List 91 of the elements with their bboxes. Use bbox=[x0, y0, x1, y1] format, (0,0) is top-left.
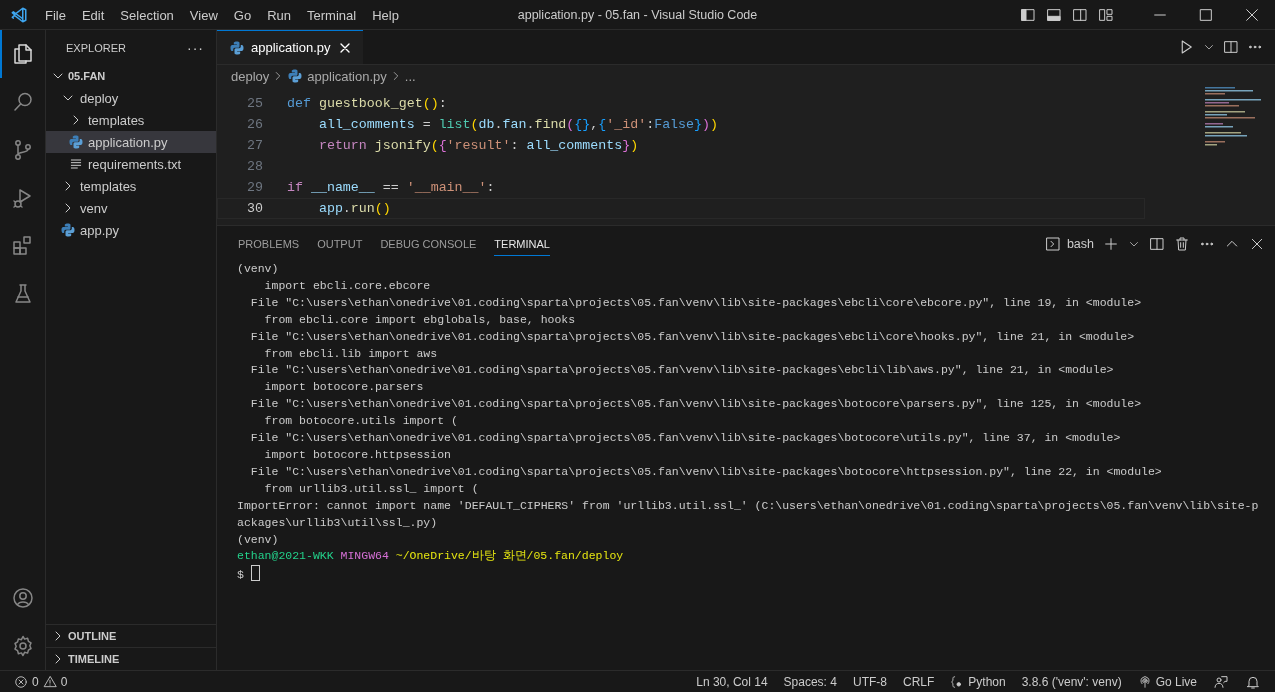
terminal-line: import botocore.parsers bbox=[263, 379, 425, 396]
terminal-line: from ebcli.core import ebglobals, base, hooks bbox=[263, 311, 577, 328]
terminal-line: File "C:\users\ethan\onedrive\01.coding\sparta\projects\05.fan\venv\lib\site-packages\botocore\parsers.py", line 125, in <module> bbox=[249, 396, 1143, 413]
feedback-icon[interactable] bbox=[1213, 673, 1229, 690]
tree-item[interactable]: templates bbox=[46, 109, 216, 131]
python-file-icon bbox=[60, 222, 76, 238]
menu-item[interactable]: Selection bbox=[112, 3, 182, 27]
code-line: all_comments = list(db.fan.find({},{'_id':False})) bbox=[317, 117, 718, 132]
prompt-host: MINGW64 bbox=[340, 549, 389, 563]
terminal-line: (venv) bbox=[237, 261, 280, 277]
python-file-icon bbox=[229, 39, 245, 56]
folder-header[interactable]: 05.FAN bbox=[46, 65, 216, 87]
account-icon[interactable] bbox=[10, 586, 35, 610]
split-terminal-icon[interactable] bbox=[1149, 235, 1165, 252]
language-mode[interactable]: Python bbox=[942, 670, 1014, 692]
terminal-line: File "C:\users\ethan\onedrive\01.coding\sparta\projects\05.fan\venv\lib\site-packages\ebcli\lib\aws.py", line 21, in <module> bbox=[249, 362, 1115, 379]
panel-tab[interactable]: OUTPUT bbox=[317, 231, 363, 256]
line-number: 26 bbox=[246, 117, 264, 132]
terminal-line: File "C:\users\ethan\onedrive\01.coding\sparta\projects\05.fan\venv\lib\site-packages\ebcli\core\hooks.py", line 21, in <module> bbox=[249, 328, 1136, 345]
python-file-icon bbox=[287, 68, 304, 84]
menu-item[interactable]: View bbox=[181, 3, 226, 27]
python-file-icon bbox=[68, 134, 84, 150]
status-item[interactable]: 3.8.6 ('venv': venv) bbox=[1013, 670, 1130, 692]
tree-item[interactable]: deploy bbox=[46, 87, 216, 109]
vscode-logo-icon[interactable] bbox=[10, 6, 28, 24]
plus-icon[interactable] bbox=[1103, 235, 1119, 252]
terminal-line: ImportError: cannot import name 'DEFAULT_CIPHERS' from 'urllib3.util.ssl_' (C:\users\ethan\onedrive\01.coding\sparta\projects\05.fan\venv\lib\site-packages\urllib3\util\ssl_.py) bbox=[237, 497, 1260, 531]
terminal-line: from ebcli.lib import aws bbox=[263, 345, 439, 362]
panel-tab[interactable]: PROBLEMS bbox=[238, 231, 300, 256]
prompt-user: ethan@2021-WKK bbox=[237, 549, 334, 563]
tree-item[interactable]: application.py bbox=[46, 131, 216, 153]
line-number: 28 bbox=[246, 159, 264, 174]
toggle-sidebar-icon[interactable] bbox=[1020, 7, 1036, 23]
line-number: 30 bbox=[246, 201, 264, 216]
terminal-line: File "C:\users\ethan\onedrive\01.coding\sparta\projects\05.fan\venv\lib\site-packages\botocore\httpsession.py", line 22, in <module> bbox=[249, 463, 1163, 480]
status-item[interactable]: UTF-8 bbox=[844, 670, 895, 692]
line-number: 29 bbox=[246, 180, 264, 195]
toggle-panel-icon[interactable] bbox=[1046, 7, 1062, 23]
toggle-secondary-sidebar-icon[interactable] bbox=[1072, 7, 1088, 23]
warning-icon bbox=[42, 674, 57, 689]
problems-status[interactable]: 0 0 bbox=[6, 670, 76, 692]
panel-tab[interactable]: TERMINAL bbox=[494, 231, 550, 256]
line-number: 25 bbox=[246, 96, 264, 111]
code-line: return jsonify({'result': all_comments}) bbox=[317, 138, 639, 153]
terminal-line: File "C:\users\ethan\onedrive\01.coding\sparta\projects\05.fan\venv\lib\site-packages\ebcli\core\ebcore.py", line 19, in <module> bbox=[249, 294, 1143, 311]
code-line: def guestbook_get(): bbox=[287, 96, 447, 111]
menu-item[interactable]: Edit bbox=[73, 3, 113, 27]
more-actions-button[interactable]: ··· bbox=[187, 39, 204, 56]
tree-item[interactable]: templates bbox=[46, 175, 216, 197]
error-icon bbox=[14, 674, 28, 689]
close-icon[interactable] bbox=[1244, 7, 1260, 23]
section-header[interactable]: OUTLINE bbox=[46, 624, 216, 647]
prompt-path: ~/OneDrive/바탕 화면/05.fan/deploy bbox=[395, 549, 624, 563]
status-item[interactable]: CRLF bbox=[894, 670, 943, 692]
tree-item[interactable]: venv bbox=[46, 197, 216, 219]
panel-tab[interactable]: DEBUG CONSOLE bbox=[380, 231, 477, 256]
status-item[interactable]: Ln 30, Col 14 bbox=[688, 670, 776, 692]
split-editor-icon[interactable] bbox=[1223, 39, 1239, 55]
broadcast-icon bbox=[1137, 674, 1152, 689]
window-title: application.py - 05.fan - Visual Studio Code bbox=[517, 8, 758, 22]
terminal-selector[interactable]: bash bbox=[1044, 235, 1094, 252]
menu-item[interactable]: File bbox=[37, 3, 74, 27]
text-file-icon bbox=[68, 156, 84, 172]
menu-item[interactable]: Terminal bbox=[299, 3, 365, 27]
status-item[interactable]: Spaces: 4 bbox=[775, 670, 845, 692]
terminal-line: import ebcli.core.ebcore bbox=[263, 277, 432, 294]
menu-item[interactable]: Go bbox=[225, 3, 260, 27]
trash-icon[interactable] bbox=[1174, 235, 1190, 252]
code-line: app.run() bbox=[317, 201, 391, 216]
terminal-cursor bbox=[250, 565, 260, 582]
tree-item[interactable]: requirements.txt bbox=[46, 153, 216, 175]
customize-layout-icon[interactable] bbox=[1098, 7, 1114, 23]
maximize-icon[interactable] bbox=[1198, 7, 1214, 23]
go-live-button[interactable]: Go Live bbox=[1129, 670, 1205, 692]
editor-tab[interactable]: application.py bbox=[217, 30, 363, 64]
tree-item[interactable]: app.py bbox=[46, 219, 216, 241]
terminal-line: from urllib3.util.ssl_ import ( bbox=[263, 480, 480, 497]
terminal-icon bbox=[1044, 235, 1061, 252]
prompt-symbol: $ bbox=[237, 568, 244, 582]
terminal-line: import botocore.httpsession bbox=[263, 446, 452, 463]
terminal-line: (venv) bbox=[237, 531, 280, 548]
breadcrumb-item[interactable]: deploy bbox=[231, 68, 270, 84]
menu-item[interactable]: Run bbox=[259, 3, 299, 27]
terminal-line: from botocore.utils import ( bbox=[263, 413, 459, 430]
terminal-line: File "C:\users\ethan\onedrive\01.coding\sparta\projects\05.fan\venv\lib\site-packages\botocore\utils.py", line 37, in <module> bbox=[249, 430, 1122, 447]
breadcrumb-item[interactable]: application.py bbox=[287, 68, 387, 84]
code-line: if __name__ == '__main__': bbox=[287, 180, 495, 195]
sidebar-title: EXPLORER bbox=[66, 41, 126, 54]
breadcrumb-item[interactable]: ... bbox=[404, 68, 416, 84]
line-number: 27 bbox=[246, 138, 264, 153]
menu-item[interactable]: Help bbox=[364, 3, 407, 27]
